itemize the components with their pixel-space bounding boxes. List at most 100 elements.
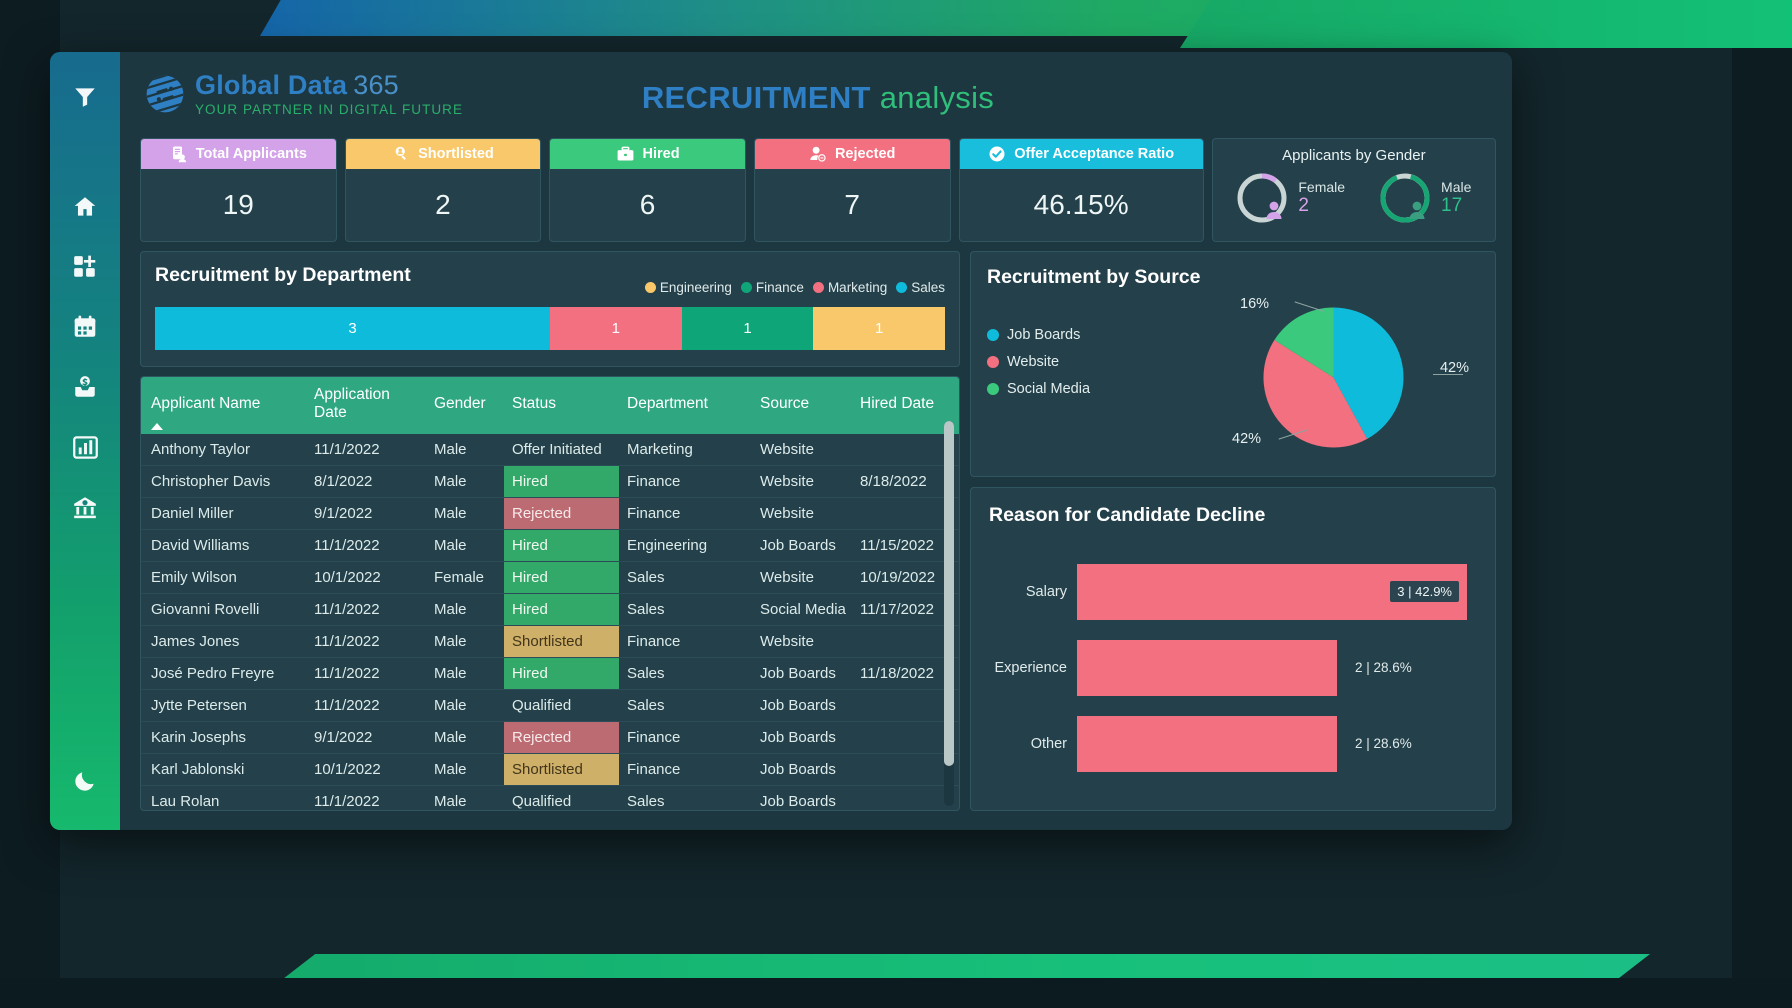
- legend-item-sales[interactable]: Sales: [896, 280, 945, 295]
- cell-gender: Male: [426, 497, 504, 531]
- table-header-source[interactable]: Source: [752, 377, 852, 435]
- table-row[interactable]: Lau Rolan 11/1/2022 Male Qualified Sales Job …: [141, 785, 959, 810]
- table-header-status[interactable]: Status: [504, 377, 619, 435]
- department-segment-engineering[interactable]: 1: [813, 307, 945, 350]
- status-badge: Hired: [504, 594, 619, 625]
- decline-bar-salary[interactable]: 3 | 42.9%: [1077, 563, 1467, 620]
- cell-source: Job Boards: [752, 689, 852, 723]
- table-scrollbar[interactable]: [944, 421, 954, 806]
- sidebar-item-filter-icon[interactable]: [62, 74, 108, 120]
- legend-item-marketing[interactable]: Marketing: [812, 280, 887, 295]
- cell-applicant-name: Giovanni Rovelli: [141, 593, 306, 627]
- sidebar-item-home-icon[interactable]: [62, 184, 108, 230]
- table-head: Applicant Name Application Date Gender Stat…: [141, 377, 959, 435]
- female-count: 2: [1298, 195, 1309, 217]
- sidebar-item-calendar-icon[interactable]: [62, 304, 108, 350]
- decline-value-label: 2 | 28.6%: [1355, 660, 1412, 675]
- cell-hired-date: [852, 689, 959, 723]
- table-row[interactable]: Giovanni Rovelli 11/1/2022 Male Hired Sales S…: [141, 593, 959, 627]
- table-row[interactable]: Karin Josephs 9/1/2022 Male Rejected Finance…: [141, 721, 959, 755]
- cell-application-date: 9/1/2022: [306, 721, 426, 755]
- male-label: Male: [1441, 179, 1472, 196]
- cell-applicant-name: Jytte Petersen: [141, 689, 306, 723]
- cell-department: Marketing: [619, 434, 752, 467]
- cell-status: Hired: [504, 561, 619, 595]
- sidebar-item-inbox-money-icon[interactable]: [62, 364, 108, 410]
- sidebar-item-bar-chart-icon[interactable]: [62, 424, 108, 470]
- table-header-applicant-name[interactable]: Applicant Name: [141, 377, 306, 435]
- male-donut: [1379, 172, 1431, 224]
- table-row[interactable]: Karl Jablonski 10/1/2022 Male Shortlisted Fi…: [141, 753, 959, 787]
- pie-legend-label: Social Media: [1007, 381, 1091, 397]
- pie-legend-dot: [987, 356, 999, 368]
- cell-hired-date: 11/17/2022: [852, 593, 959, 627]
- department-stacked-bar[interactable]: 3111: [155, 307, 945, 350]
- cell-gender: Male: [426, 625, 504, 659]
- legend-item-engineering[interactable]: Engineering: [644, 280, 732, 295]
- applicants-table: Applicant Name Application Date Gender Stat…: [141, 377, 959, 810]
- gender-male: Male 17: [1379, 172, 1471, 224]
- cell-status: Shortlisted: [504, 753, 619, 787]
- pie-legend-label: Job Boards: [1007, 327, 1081, 343]
- cell-gender: Male: [426, 657, 504, 691]
- cell-application-date: 11/1/2022: [306, 625, 426, 659]
- male-count: 17: [1441, 195, 1463, 217]
- sidebar-item-apps-add-icon[interactable]: [62, 244, 108, 290]
- dashboard-header: Global Data 365 YOUR PARTNER IN DIGITAL F…: [140, 64, 1496, 136]
- department-segment-finance[interactable]: 1: [681, 307, 814, 350]
- cell-application-date: 11/1/2022: [306, 785, 426, 810]
- table-row[interactable]: José Pedro Freyre 11/1/2022 Male Hired Sales…: [141, 657, 959, 691]
- kpi-card-hired[interactable]: Hired 6: [549, 138, 746, 242]
- cell-applicant-name: Karin Josephs: [141, 721, 306, 755]
- cell-applicant-name: Daniel Miller: [141, 497, 306, 531]
- cell-status: Offer Initiated: [504, 434, 619, 467]
- table-scrollbar-thumb[interactable]: [944, 421, 954, 767]
- department-segment-sales[interactable]: 3: [155, 307, 550, 350]
- table-row[interactable]: Daniel Miller 9/1/2022 Male Rejected Finance…: [141, 497, 959, 531]
- kpi-card-total-applicants[interactable]: Total Applicants 19: [140, 138, 337, 242]
- cell-department: Sales: [619, 593, 752, 627]
- cell-source: Website: [752, 434, 852, 467]
- table-row[interactable]: Anthony Taylor 11/1/2022 Male Offer Initiat…: [141, 434, 959, 467]
- pie-label-social-media: 16%: [1240, 296, 1270, 312]
- legend-dot: [644, 282, 656, 293]
- gender-card-title: Applicants by Gender: [1282, 147, 1426, 164]
- kpi-card-rejected[interactable]: Rejected 7: [753, 138, 951, 242]
- reason-for-candidate-decline-panel: Reason for Candidate Decline Salary 3 | 4…: [970, 487, 1496, 811]
- cell-application-date: 8/1/2022: [306, 465, 426, 499]
- kpi-card-applicants-by-gender[interactable]: Applicants by Gender Female 2 Male 17: [1211, 138, 1496, 242]
- cell-source: Job Boards: [752, 657, 852, 691]
- kpi-card-offer-acceptance-ratio[interactable]: Offer Acceptance Ratio 46.15%: [958, 138, 1204, 242]
- pie-svg: [1263, 307, 1404, 448]
- legend-item-finance[interactable]: Finance: [740, 280, 804, 295]
- status-badge: Hired: [504, 658, 619, 689]
- table-header-department[interactable]: Department: [619, 377, 752, 435]
- source-pie-chart[interactable]: 16% 42% 42%: [1232, 290, 1469, 465]
- cell-source: Job Boards: [752, 753, 852, 787]
- table-header-gender[interactable]: Gender: [426, 377, 504, 435]
- sidebar-item-moon-icon[interactable]: [62, 758, 108, 804]
- page-title-strong: RECRUITMENT: [641, 80, 871, 115]
- table-scroll-area[interactable]: Applicant Name Application Date Gender Stat…: [141, 377, 959, 810]
- department-legend: Engineering Finance Marketing Sales: [644, 280, 945, 295]
- decline-bar-experience[interactable]: [1077, 639, 1337, 696]
- decline-bar-other[interactable]: [1077, 715, 1337, 772]
- cell-application-date: 11/1/2022: [306, 529, 426, 563]
- shortlisted-icon: [392, 145, 410, 163]
- table-row[interactable]: Emily Wilson 10/1/2022 Female Hired Sales Web…: [141, 561, 959, 595]
- kpi-value: 19: [222, 189, 254, 220]
- table-row[interactable]: James Jones 11/1/2022 Male Shortlisted Finan…: [141, 625, 959, 659]
- department-segment-marketing[interactable]: 1: [550, 307, 682, 350]
- content-grid: Recruitment by Department Engineering Fin…: [140, 251, 1496, 811]
- cell-source: Website: [752, 465, 852, 499]
- cell-department: Finance: [619, 753, 752, 787]
- kpi-card-shortlisted[interactable]: Shortlisted 2: [344, 138, 542, 242]
- sidebar-item-bank-money-icon[interactable]: [62, 484, 108, 530]
- table-header-application-date[interactable]: Application Date: [306, 377, 426, 435]
- table-header-hired-date[interactable]: Hired Date: [852, 377, 959, 435]
- table-row[interactable]: Christopher Davis 8/1/2022 Male Hired Financ…: [141, 465, 959, 499]
- table-row[interactable]: Jytte Petersen 11/1/2022 Male Qualified Sale…: [141, 689, 959, 723]
- cell-hired-date: [852, 753, 959, 787]
- cell-applicant-name: David Williams: [141, 529, 306, 563]
- table-row[interactable]: David Williams 11/1/2022 Male Hired Engineer…: [141, 529, 959, 563]
